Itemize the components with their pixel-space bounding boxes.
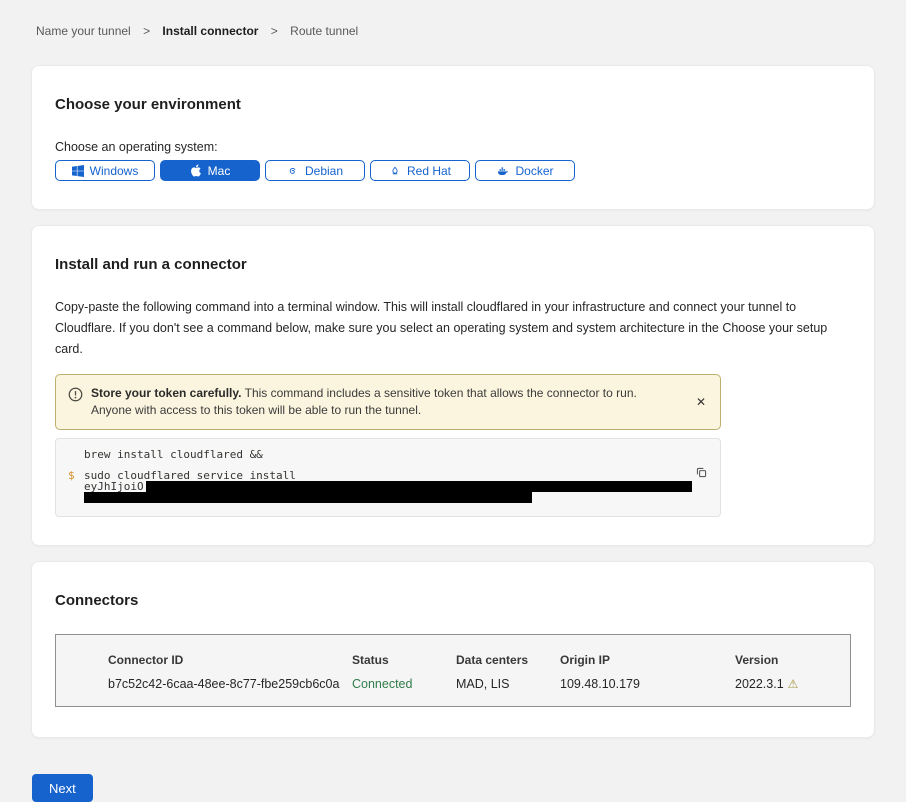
- data-centers-value: MAD, LIS: [456, 677, 560, 691]
- version-value: 2022.3.1⚠: [735, 677, 850, 691]
- connectors-card-title: Connectors: [55, 592, 851, 609]
- col-header-status: Status: [352, 653, 456, 667]
- breadcrumb-step-route-tunnel[interactable]: Route tunnel: [290, 24, 358, 38]
- token-warning-text: Store your token carefully. This command…: [91, 385, 680, 419]
- breadcrumb-separator: >: [271, 24, 278, 38]
- info-circle-icon: [68, 387, 83, 407]
- copy-icon[interactable]: [695, 466, 708, 482]
- install-description: Copy-paste the following command into a …: [55, 297, 851, 360]
- connector-row: b7c52c42-6caa-48ee-8c77-fbe259cb6c0a Con…: [108, 677, 850, 691]
- connectors-table-header: Connector ID Status Data centers Origin …: [108, 653, 850, 667]
- breadcrumb-step-name-tunnel[interactable]: Name your tunnel: [36, 24, 131, 38]
- os-button-debian[interactable]: Debian: [265, 160, 365, 181]
- status-badge: Connected: [352, 677, 456, 691]
- token-line: eyJhIjoiO: [84, 481, 680, 492]
- tunnel-setup-page: Name your tunnel > Install connector > R…: [0, 0, 906, 802]
- token-redaction-bar: [84, 492, 532, 503]
- os-button-label: Docker: [515, 164, 553, 178]
- col-header-data-centers: Data centers: [456, 653, 560, 667]
- close-icon[interactable]: ✕: [694, 394, 708, 411]
- col-header-version: Version: [735, 653, 850, 667]
- os-button-group: Windows Mac Debian Red Hat Docker: [55, 160, 851, 181]
- warning-triangle-icon: ⚠: [788, 677, 799, 691]
- os-button-label: Red Hat: [407, 164, 451, 178]
- token-redaction-bar: [146, 481, 692, 492]
- command-line-1: brew install cloudflared &&: [84, 449, 680, 460]
- install-card: Install and run a connector Copy-paste t…: [31, 225, 875, 546]
- connectors-card: Connectors Connector ID Status Data cent…: [31, 561, 875, 738]
- os-button-mac[interactable]: Mac: [160, 160, 260, 181]
- os-button-redhat[interactable]: Red Hat: [370, 160, 470, 181]
- docker-icon: [496, 165, 509, 177]
- os-button-label: Windows: [90, 164, 139, 178]
- redhat-icon: [389, 165, 401, 177]
- debian-icon: [287, 165, 299, 177]
- connector-id-value: b7c52c42-6caa-48ee-8c77-fbe259cb6c0a: [108, 677, 352, 691]
- token-warning-bold: Store your token carefully.: [91, 386, 242, 400]
- os-button-docker[interactable]: Docker: [475, 160, 575, 181]
- os-button-label: Debian: [305, 164, 343, 178]
- os-select-label: Choose an operating system:: [55, 140, 851, 154]
- apple-icon: [190, 164, 202, 177]
- shell-prompt: $: [68, 470, 75, 481]
- command-line-2-text: sudo cloudflared service install: [84, 469, 296, 482]
- breadcrumb-separator: >: [143, 24, 150, 38]
- col-header-origin-ip: Origin IP: [560, 653, 735, 667]
- origin-ip-value: 109.48.10.179: [560, 677, 735, 691]
- windows-icon: [72, 165, 84, 177]
- environment-card: Choose your environment Choose an operat…: [31, 65, 875, 210]
- breadcrumb: Name your tunnel > Install connector > R…: [31, 24, 875, 38]
- next-button[interactable]: Next: [32, 774, 93, 802]
- install-card-title: Install and run a connector: [55, 256, 851, 273]
- command-line-2: $sudo cloudflared service install: [84, 470, 680, 481]
- connectors-table: Connector ID Status Data centers Origin …: [55, 634, 851, 707]
- token-warning-banner: Store your token carefully. This command…: [55, 374, 721, 430]
- breadcrumb-step-install-connector[interactable]: Install connector: [162, 24, 258, 38]
- os-button-label: Mac: [208, 164, 231, 178]
- environment-card-title: Choose your environment: [55, 96, 851, 113]
- col-header-connector-id: Connector ID: [108, 653, 352, 667]
- install-command-block: brew install cloudflared && $sudo cloudf…: [55, 438, 721, 517]
- os-button-windows[interactable]: Windows: [55, 160, 155, 181]
